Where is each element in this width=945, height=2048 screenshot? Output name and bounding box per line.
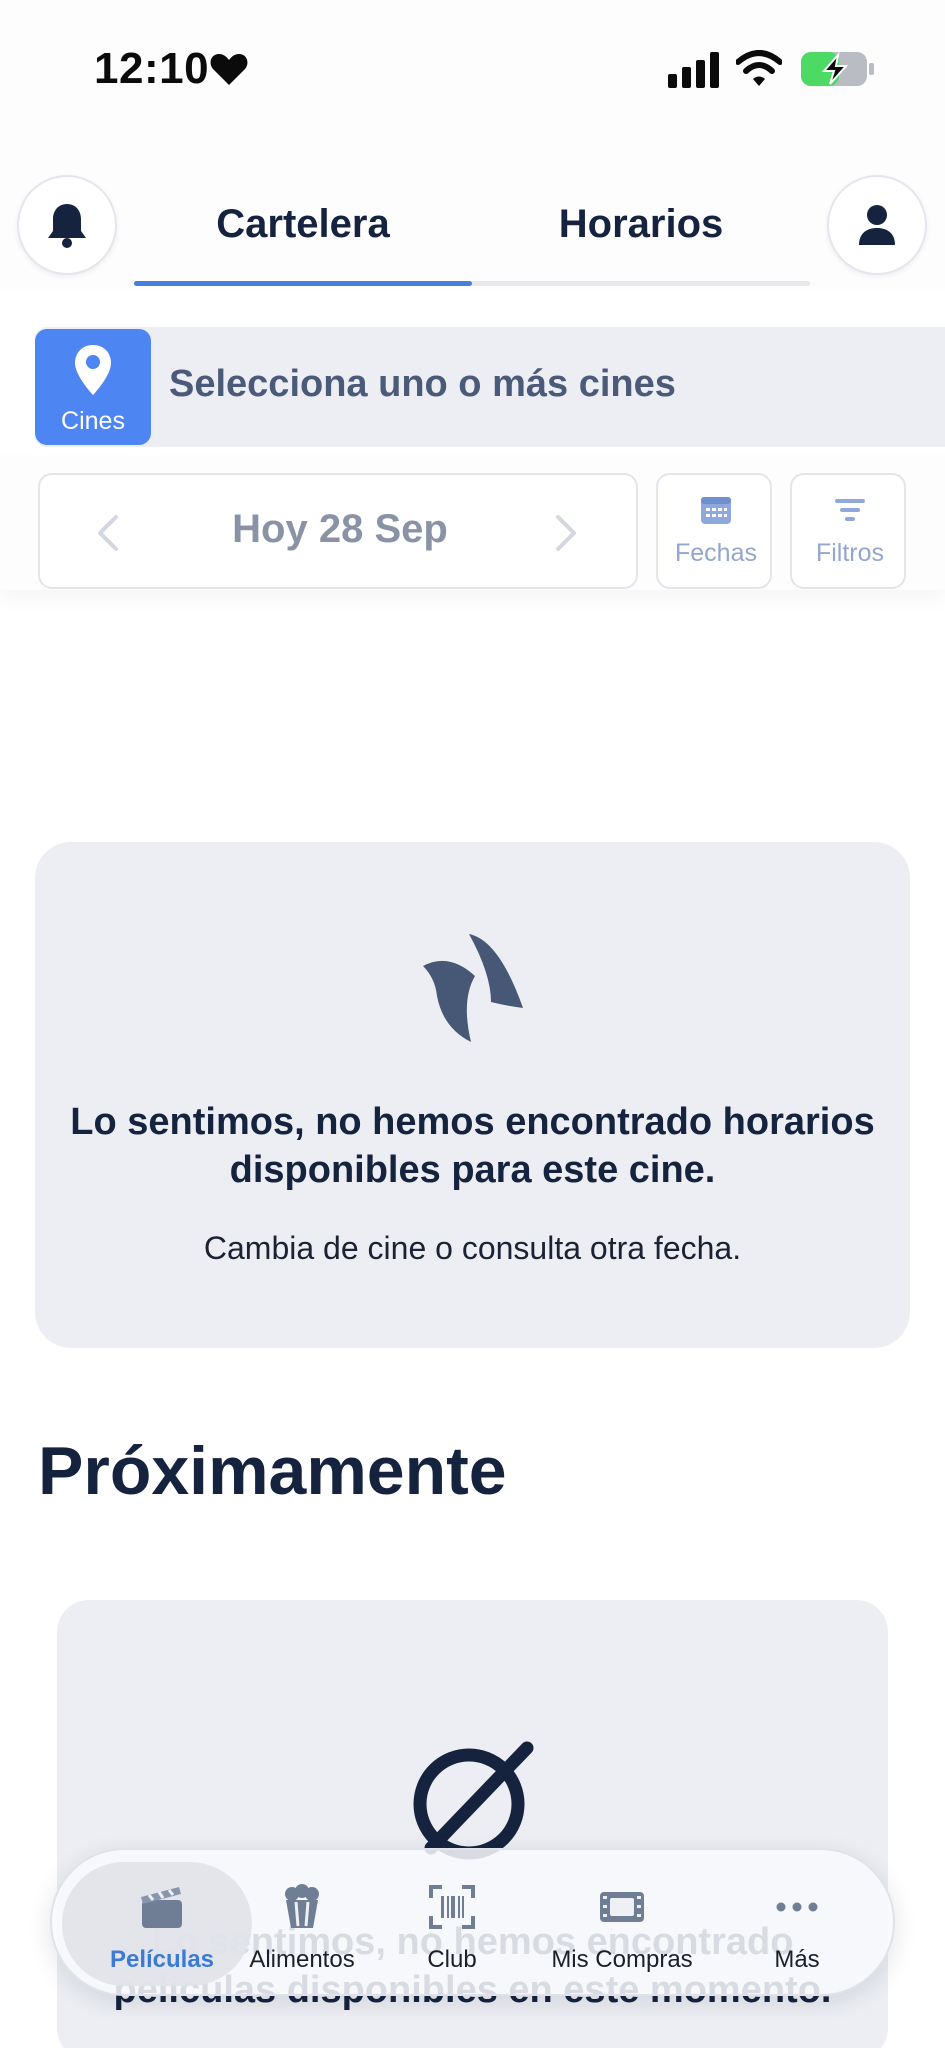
status-time: 12:10: [94, 44, 210, 93]
cinema-prompt[interactable]: Selecciona uno o más cines: [169, 363, 676, 406]
nav-peliculas-label: Películas: [109, 1946, 215, 1973]
chevron-right-icon[interactable]: [554, 513, 578, 553]
date-picker: Hoy 28 Sep: [38, 473, 638, 589]
popcorn-icon: [285, 1884, 319, 1928]
ticket-icon: [600, 1892, 644, 1922]
wifi-icon: [736, 50, 782, 86]
tab-underline-active: [134, 281, 472, 286]
nav-club-label: Club: [427, 1946, 477, 1973]
more-dots-icon: [776, 1902, 818, 1912]
tab-cartelera[interactable]: Cartelera: [134, 202, 472, 252]
battery-charging-icon: [801, 51, 874, 86]
status-bar: 12:10: [0, 0, 945, 140]
nav-mas-label: Más: [774, 1946, 820, 1973]
bottom-navigation: Películas Alimentos Club Mis Compras Más: [50, 1848, 895, 1996]
nav-alimentos-label: Alimentos: [249, 1946, 355, 1973]
nav-mis-compras[interactable]: Mis Compras: [532, 1850, 712, 1998]
heart-icon: [210, 54, 248, 85]
top-header: Cartelera Horarios: [0, 140, 945, 290]
nav-peliculas[interactable]: Películas: [97, 1850, 227, 1998]
brand-logo-icon: [423, 934, 523, 1042]
signal-icon: [668, 52, 719, 88]
cinema-selector[interactable]: Cines Selecciona uno o más cines: [35, 327, 945, 447]
filtros-label: Filtros: [815, 539, 885, 567]
user-icon: [859, 205, 895, 245]
nav-club[interactable]: Club: [412, 1850, 492, 1998]
bell-icon: [48, 204, 86, 248]
current-date: Hoy 28 Sep: [232, 507, 448, 551]
location-pin-icon: [75, 345, 111, 395]
filtros-button[interactable]: Filtros: [790, 473, 906, 589]
no-entry-icon: [413, 1741, 534, 1860]
clapperboard-icon: [141, 1887, 182, 1928]
coming-soon-title: Próximamente: [38, 1433, 507, 1509]
no-showtimes-card: Lo sentimos, no hemos encontrado horario…: [35, 842, 910, 1348]
nav-alimentos[interactable]: Alimentos: [242, 1850, 362, 1998]
fechas-label: Fechas: [675, 539, 757, 567]
notifications-button[interactable]: [17, 175, 117, 275]
cines-button[interactable]: Cines: [35, 329, 151, 445]
fechas-button[interactable]: Fechas: [656, 473, 772, 589]
filter-icon: [835, 499, 865, 521]
empty-state-title: Lo sentimos, no hemos encontrado horario…: [70, 1101, 875, 1191]
nav-mis-compras-label: Mis Compras: [551, 1946, 693, 1973]
calendar-icon: [701, 497, 731, 524]
cines-button-label: Cines: [61, 407, 125, 435]
empty-state-subtitle: Cambia de cine o consulta otra fecha.: [203, 1230, 742, 1266]
nav-mas[interactable]: Más: [752, 1850, 842, 1998]
chevron-left-icon[interactable]: [96, 513, 120, 553]
barcode-scan-icon: [429, 1885, 475, 1929]
tab-horarios[interactable]: Horarios: [472, 202, 810, 252]
profile-button[interactable]: [827, 175, 927, 275]
